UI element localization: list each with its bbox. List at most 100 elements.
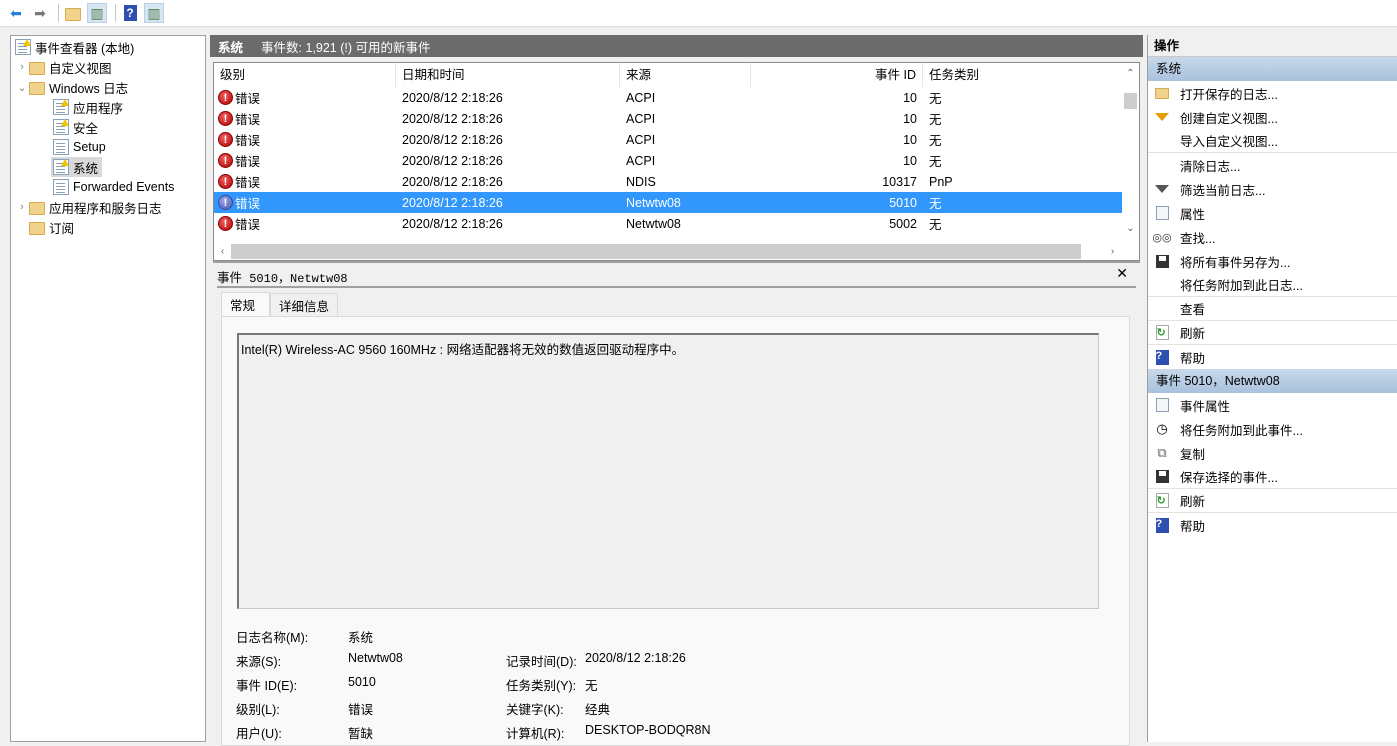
field-value-computer: DESKTOP-BODQR8N <box>585 723 711 737</box>
action-item[interactable]: 导入自定义视图... <box>1148 129 1397 153</box>
scroll-down-icon[interactable]: ⌄ <box>1122 220 1139 237</box>
forward-arrow-icon[interactable]: ➡ <box>30 3 50 23</box>
action-item[interactable]: ? 帮助 <box>1148 513 1397 537</box>
tree-item-app-service-logs[interactable]: › 应用程序和服务日志 <box>15 197 161 217</box>
chevron-right-icon[interactable]: › <box>15 61 29 73</box>
tree-item-security[interactable]: 安全 <box>53 117 98 137</box>
tree-item-forwarded-events[interactable]: Forwarded Events <box>53 177 174 197</box>
table-row[interactable]: ! 错误 2020/8/12 2:18:26 ACPI 10 无 <box>214 129 1122 150</box>
action-label: 刷新 <box>1180 327 1206 341</box>
close-icon[interactable]: ✕ <box>1116 265 1128 282</box>
tree-item-custom-views[interactable]: › 自定义视图 <box>15 57 112 77</box>
tree-item-root[interactable]: 事件查看器 (本地) <box>15 37 134 57</box>
action-item[interactable]: 将所有事件另存为... <box>1148 249 1397 273</box>
table-row[interactable]: ! 错误 2020/8/12 2:18:26 ACPI 10 无 <box>214 87 1122 108</box>
field-label: 级别(L): <box>236 703 280 717</box>
log-icon <box>53 139 69 155</box>
action-item[interactable]: 保存选择的事件... <box>1148 465 1397 489</box>
event-detail-pane: 事件 5010，Netwtw08 ✕ 常规 详细信息 Intel(R) Wire… <box>213 261 1140 746</box>
task-clock-icon: ◷ <box>1156 421 1168 436</box>
toolbar-separator <box>58 4 59 22</box>
table-row[interactable]: ! 错误 2020/8/12 2:18:26 ACPI 10 无 <box>214 150 1122 171</box>
error-icon: ! <box>218 174 233 189</box>
event-count: 事件数: 1,921 (!) 可用的新事件 <box>261 40 431 55</box>
tree-item-system[interactable]: 系统 <box>51 157 103 177</box>
tree-item-setup[interactable]: Setup <box>53 137 106 157</box>
tree-item-windows-logs[interactable]: ⌄ Windows 日志 <box>15 77 128 97</box>
field-label: 来源(S): <box>236 655 282 669</box>
cell-task: 无 <box>929 134 942 148</box>
tree-label: 自定义视图 <box>49 61 112 76</box>
icon-placeholder <box>1154 277 1170 293</box>
copy-icon: ⧉ <box>1157 445 1167 460</box>
field-label: 计算机(R): <box>506 727 565 741</box>
tree-label: 应用程序 <box>73 101 124 116</box>
action-label: 事件属性 <box>1180 399 1231 414</box>
scroll-up-icon[interactable]: ⌃ <box>1122 65 1139 82</box>
scrollbar-thumb[interactable] <box>231 244 1081 259</box>
action-label: 查找... <box>1180 231 1216 246</box>
event-description[interactable]: Intel(R) Wireless-AC 9560 160MHz : 网络适配器… <box>237 333 1099 609</box>
action-label: 帮助 <box>1180 519 1206 534</box>
chevron-down-icon[interactable]: ⌄ <box>15 81 29 94</box>
action-label: 将任务附加到此事件... <box>1180 423 1303 438</box>
tree-label: Setup <box>73 140 106 154</box>
show-hide-action-pane-icon[interactable]: ▥ <box>144 3 164 23</box>
scrollbar-thumb[interactable] <box>1124 93 1137 109</box>
cell-level: 错误 <box>235 113 261 127</box>
actions-section-event[interactable]: 事件 5010，Netwtw08 <box>1148 369 1397 393</box>
table-row[interactable]: ! 错误 2020/8/12 2:18:26 NDIS 10317 PnP <box>214 171 1122 192</box>
action-item[interactable]: ⧉ 复制 <box>1148 441 1397 465</box>
action-item[interactable]: 创建自定义视图... <box>1148 105 1397 129</box>
filter-icon <box>1154 181 1170 197</box>
event-viewer-icon <box>15 39 31 55</box>
table-row[interactable]: ! 错误 2020/8/12 2:18:26 ACPI 10 无 <box>214 108 1122 129</box>
cell-task: 无 <box>929 92 942 106</box>
windows-folder-icon <box>29 81 45 95</box>
action-item[interactable]: ◎◎ 查找... <box>1148 225 1397 249</box>
scroll-right-icon[interactable]: › <box>1104 243 1121 260</box>
up-folder-icon[interactable] <box>63 3 83 23</box>
vertical-scrollbar[interactable]: ⌃ ⌄ <box>1122 63 1139 237</box>
column-header-source[interactable]: 来源 <box>620 63 751 87</box>
error-icon: ! <box>218 111 233 126</box>
table-row[interactable]: ! 错误 2020/8/12 2:18:26 Netwtw08 5010 无 <box>214 192 1122 213</box>
action-item[interactable]: 查看 <box>1148 297 1397 321</box>
action-item[interactable]: ↻ 刷新 <box>1148 321 1397 345</box>
help-icon: ? <box>1154 349 1170 365</box>
main-pane: 系统 事件数: 1,921 (!) 可用的新事件 级别 日期和时间 来源 事件 … <box>210 35 1143 746</box>
column-header-task[interactable]: 任务类别 <box>923 63 1123 87</box>
action-item[interactable]: 清除日志... <box>1148 153 1397 177</box>
back-arrow-icon[interactable]: ⬅ <box>6 3 26 23</box>
chevron-right-icon[interactable]: › <box>15 201 29 213</box>
table-row[interactable]: ! 错误 2020/8/12 2:18:26 Netwtw08 5002 无 <box>214 213 1122 234</box>
tree-item-subscriptions[interactable]: 订阅 <box>29 217 74 237</box>
actions-section-system[interactable]: 系统 <box>1148 57 1397 81</box>
tab-general[interactable]: 常规 <box>221 292 271 316</box>
event-list-header: 级别 日期和时间 来源 事件 ID 任务类别 <box>214 63 1124 87</box>
cell-source: ACPI <box>626 111 656 126</box>
tree-item-application[interactable]: 应用程序 <box>53 97 123 117</box>
cell-source: NDIS <box>626 174 656 189</box>
action-item[interactable]: 筛选当前日志... <box>1148 177 1397 201</box>
tab-details[interactable]: 详细信息 <box>270 293 339 316</box>
action-item[interactable]: 事件属性 <box>1148 393 1397 417</box>
action-item[interactable]: 打开保存的日志... <box>1148 81 1397 105</box>
cell-event-id: 10 <box>903 111 917 126</box>
error-icon: ! <box>218 216 233 231</box>
scroll-left-icon[interactable]: ‹ <box>214 243 231 260</box>
refresh-icon: ↻ <box>1154 325 1170 341</box>
action-item[interactable]: 将任务附加到此日志... <box>1148 273 1397 297</box>
help-icon[interactable]: ? <box>120 3 140 23</box>
field-value-log-name: 系统 <box>348 631 374 645</box>
horizontal-scrollbar[interactable]: ‹ › <box>214 243 1139 260</box>
column-header-event-id[interactable]: 事件 ID <box>751 63 923 87</box>
action-item[interactable]: ? 帮助 <box>1148 345 1397 369</box>
column-header-datetime[interactable]: 日期和时间 <box>396 63 620 87</box>
column-header-level[interactable]: 级别 <box>214 63 396 87</box>
action-label: 将任务附加到此日志... <box>1180 279 1303 293</box>
action-item[interactable]: ◷ 将任务附加到此事件... <box>1148 417 1397 441</box>
action-item[interactable]: 属性 <box>1148 201 1397 225</box>
show-hide-console-tree-icon[interactable]: ▥ <box>87 3 107 23</box>
action-item[interactable]: ↻ 刷新 <box>1148 489 1397 513</box>
